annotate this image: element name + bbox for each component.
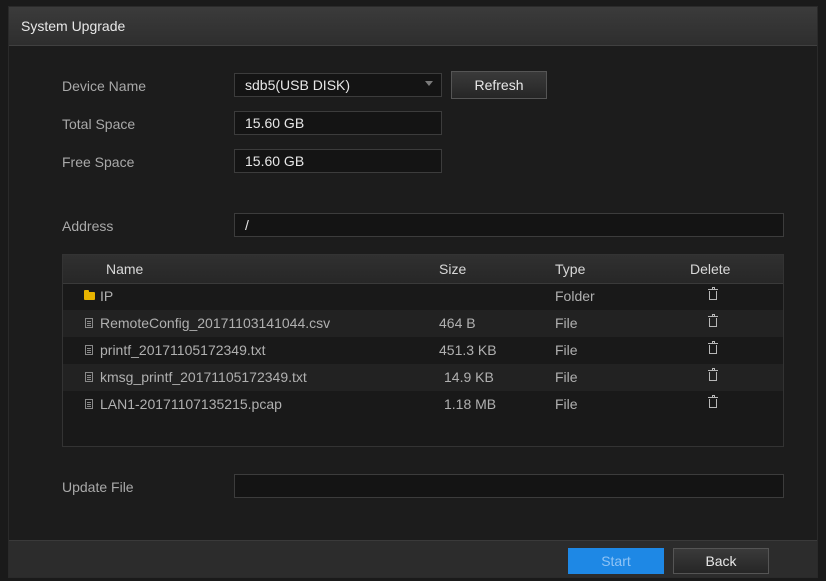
update-file-label: Update File	[62, 479, 134, 495]
file-icon	[85, 318, 93, 328]
file-size: 1.18 MB	[444, 396, 497, 412]
folder-icon	[84, 290, 95, 300]
column-header-delete: Delete	[690, 261, 731, 277]
trash-icon[interactable]	[708, 368, 718, 381]
device-name-label: Device Name	[62, 78, 147, 94]
trash-icon[interactable]	[708, 341, 718, 354]
total-space-label: Total Space	[62, 116, 136, 132]
file-name: RemoteConfig_20171103141044.csv	[100, 315, 331, 331]
trash-icon[interactable]	[708, 395, 718, 408]
file-table: Name Size Type Delete IP Folder RemoteCo…	[62, 254, 784, 447]
table-row[interactable]: RemoteConfig_20171103141044.csv 464 B Fi…	[63, 310, 783, 337]
file-name: kmsg_printf_20171105172349.txt	[100, 369, 307, 385]
column-header-size[interactable]: Size	[439, 261, 466, 277]
trash-icon[interactable]	[708, 287, 718, 300]
table-header: Name Size Type Delete	[63, 255, 783, 284]
total-space-field: 15.60 GB	[234, 111, 442, 135]
file-type: File	[555, 396, 578, 412]
chevron-down-icon	[425, 81, 433, 86]
title-bar: System Upgrade	[9, 7, 817, 46]
device-name-select[interactable]: sdb5(USB DISK)	[234, 73, 442, 97]
file-icon	[85, 345, 93, 355]
trash-icon[interactable]	[708, 314, 718, 327]
address-field[interactable]: /	[234, 213, 784, 237]
system-upgrade-dialog: System Upgrade Device Name sdb5(USB DISK…	[8, 6, 818, 578]
file-size: 14.9 KB	[444, 369, 494, 385]
file-size: 464 B	[439, 315, 476, 331]
free-space-label: Free Space	[62, 154, 135, 170]
file-icon	[85, 399, 93, 409]
device-name-value: sdb5(USB DISK)	[245, 77, 351, 93]
file-type: File	[555, 369, 578, 385]
address-label: Address	[62, 218, 114, 234]
footer-bar: Start Back	[9, 540, 817, 577]
column-header-type[interactable]: Type	[555, 261, 585, 277]
table-row[interactable]: printf_20171105172349.txt 451.3 KB File	[63, 337, 783, 364]
file-type: File	[555, 342, 578, 358]
table-row[interactable]: IP Folder	[63, 283, 783, 310]
refresh-button[interactable]: Refresh	[451, 71, 547, 99]
free-space-field: 15.60 GB	[234, 149, 442, 173]
file-type: File	[555, 315, 578, 331]
table-row[interactable]: kmsg_printf_20171105172349.txt 14.9 KB F…	[63, 364, 783, 391]
column-header-name[interactable]: Name	[106, 261, 143, 277]
file-name: LAN1-20171107135215.pcap	[100, 396, 282, 412]
start-button[interactable]: Start	[568, 548, 664, 574]
window-title: System Upgrade	[21, 18, 126, 34]
file-icon	[85, 372, 93, 382]
file-name: printf_20171105172349.txt	[100, 342, 266, 358]
file-name: IP	[100, 288, 114, 304]
file-type: Folder	[555, 288, 595, 304]
table-row[interactable]: LAN1-20171107135215.pcap 1.18 MB File	[63, 391, 783, 418]
file-size: 451.3 KB	[439, 342, 497, 358]
update-file-field[interactable]	[234, 474, 784, 498]
back-button[interactable]: Back	[673, 548, 769, 574]
